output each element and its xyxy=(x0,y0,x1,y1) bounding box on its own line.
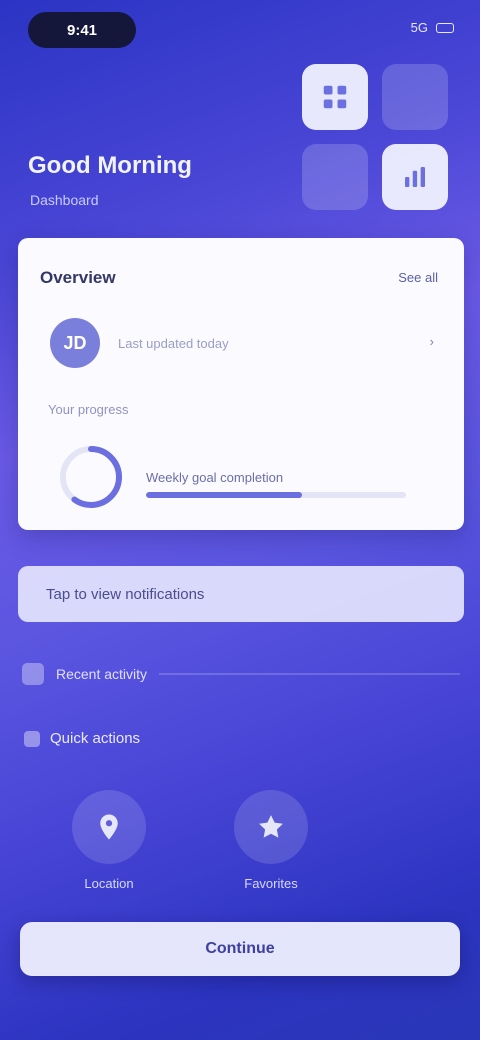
overview-card[interactable]: Overview See all JD Last updated today ›… xyxy=(18,238,464,530)
continue-button-label: Continue xyxy=(205,940,275,957)
info-text: Recent activity xyxy=(56,666,148,682)
progress-ring-icon xyxy=(60,446,122,508)
section-heading: Quick actions xyxy=(24,730,140,747)
star-icon xyxy=(259,815,283,838)
progress-section-label: Your progress xyxy=(48,402,129,417)
divider xyxy=(159,673,460,675)
signal-label: 5G xyxy=(410,20,428,35)
section-icon xyxy=(24,730,40,747)
quick-tiles xyxy=(302,64,454,216)
section-heading-text: Quick actions xyxy=(50,730,141,747)
status-time-pill: 9:41 xyxy=(28,12,136,48)
card-meta: Last updated today xyxy=(118,336,229,351)
location-button[interactable] xyxy=(72,790,146,864)
status-indicators: 5G xyxy=(411,20,454,35)
page-subtitle: Dashboard xyxy=(30,192,99,208)
see-all-link[interactable]: See all xyxy=(398,270,438,285)
tile-chart[interactable] xyxy=(382,144,448,210)
chevron-right-icon[interactable]: › xyxy=(430,334,434,349)
grid-icon xyxy=(323,85,347,109)
continue-button[interactable]: Continue xyxy=(20,922,460,976)
info-row[interactable]: Recent activity xyxy=(22,652,460,696)
status-bar: 9:41 5G xyxy=(0,0,480,60)
progress-text: Weekly goal completion xyxy=(146,470,284,485)
favorites-button[interactable] xyxy=(234,790,308,864)
chart-icon xyxy=(405,167,425,187)
card-title: Overview xyxy=(40,268,116,287)
tile-ghost-2[interactable] xyxy=(302,144,368,210)
battery-icon xyxy=(436,22,454,33)
progress-bar xyxy=(146,492,406,498)
progress-bar-fill xyxy=(146,492,302,498)
tile-ghost-1[interactable] xyxy=(382,64,448,130)
action-label-favorites: Favorites xyxy=(244,876,298,891)
notice-bar[interactable]: Tap to view notifications xyxy=(18,566,464,622)
notice-text: Tap to view notifications xyxy=(46,585,205,603)
page-title: Good Morning xyxy=(28,152,192,179)
avatar-initials: JD xyxy=(63,332,87,353)
avatar[interactable]: JD xyxy=(50,318,100,368)
location-icon xyxy=(100,814,118,840)
status-time: 9:41 xyxy=(66,21,98,39)
action-label-location: Location xyxy=(84,876,134,891)
activity-icon xyxy=(22,663,44,685)
tile-grid[interactable] xyxy=(302,64,368,130)
